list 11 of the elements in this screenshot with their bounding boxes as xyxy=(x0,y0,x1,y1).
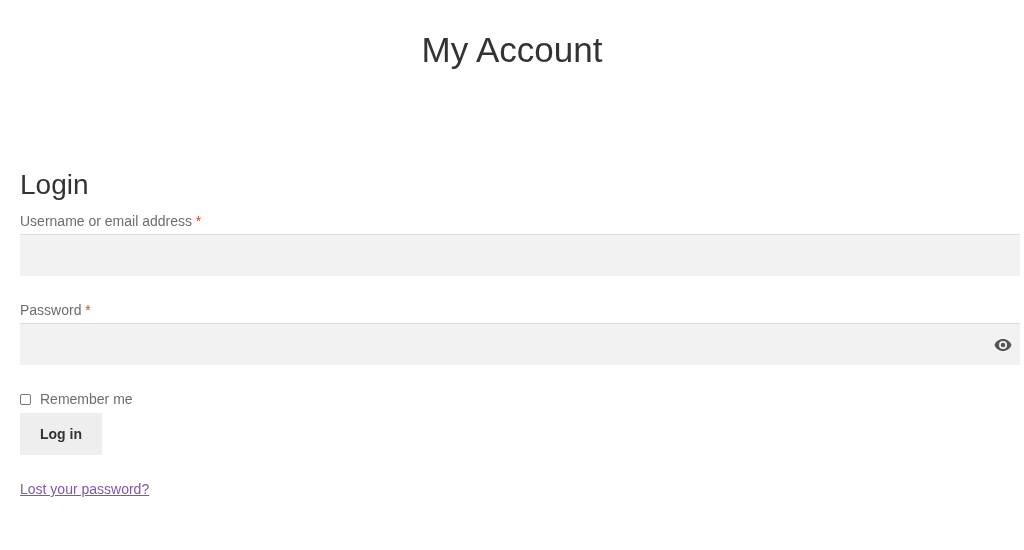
login-button[interactable]: Log in xyxy=(20,413,102,455)
eye-icon[interactable] xyxy=(994,338,1012,351)
page-title: My Account xyxy=(420,29,604,71)
field-label: Username or email address * xyxy=(20,213,202,229)
checkbox-label: Remember me xyxy=(40,391,133,407)
login-heading: Login xyxy=(20,168,89,202)
input-field[interactable] xyxy=(20,323,1020,365)
lost-password-link[interactable]: Lost your password? xyxy=(20,481,150,497)
input-field[interactable] xyxy=(20,234,1020,276)
checkbox[interactable] xyxy=(20,393,31,405)
field-label: Password * xyxy=(20,302,91,318)
